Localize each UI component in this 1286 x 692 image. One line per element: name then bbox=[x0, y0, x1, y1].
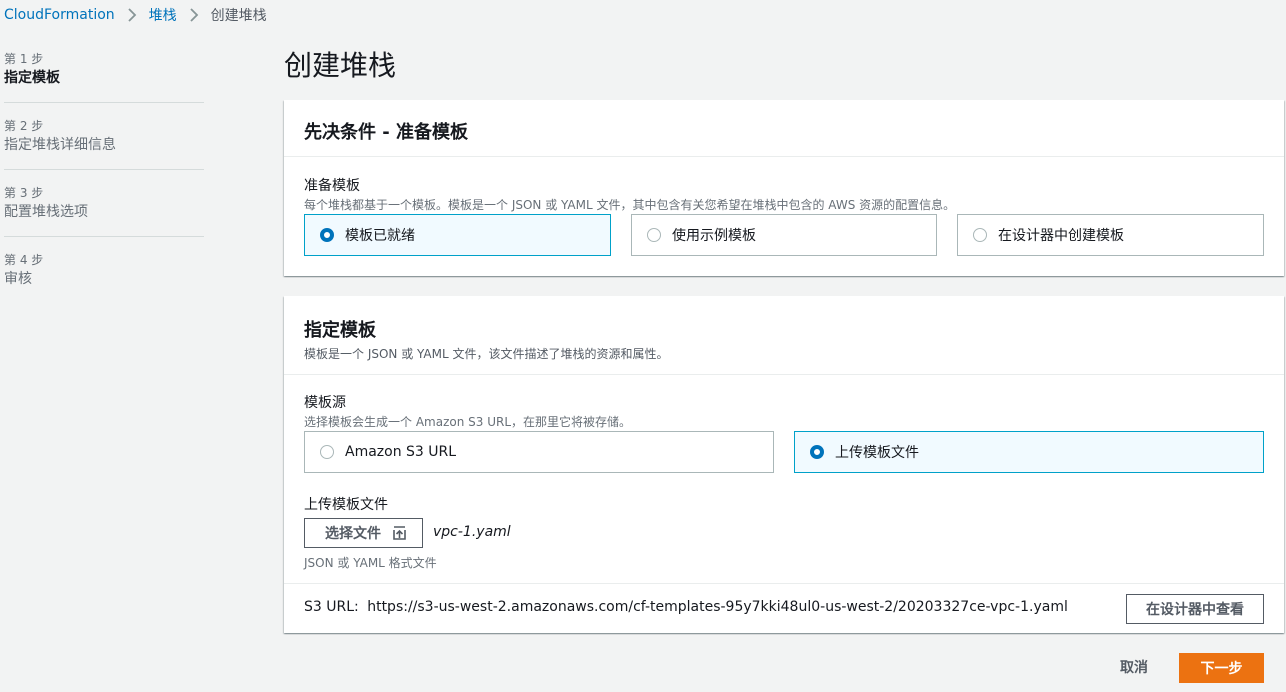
breadcrumb-stacks[interactable]: 堆栈 bbox=[149, 5, 177, 25]
s3-url-text: S3 URL: https://s3-us-west-2.amazonaws.c… bbox=[304, 599, 1068, 615]
option-label: Amazon S3 URL bbox=[345, 444, 457, 460]
option-label: 上传模板文件 bbox=[835, 445, 919, 461]
field-label: 准备模板 bbox=[304, 178, 360, 194]
step-3: 第 3 步 配置堆栈选项 bbox=[4, 184, 204, 237]
panel-title: 指定模板 bbox=[304, 320, 376, 341]
chevron-right-icon bbox=[127, 8, 137, 22]
field-description: 每个堆栈都基于一个模板。模板是一个 JSON 或 YAML 文件，其中包含有关您… bbox=[304, 198, 956, 212]
prepare-template-field: 准备模板 每个堆栈都基于一个模板。模板是一个 JSON 或 YAML 文件，其中… bbox=[304, 175, 955, 213]
upload-icon bbox=[393, 526, 406, 540]
radio-icon[interactable] bbox=[973, 228, 987, 242]
step-2: 第 2 步 指定堆栈详细信息 bbox=[4, 117, 204, 170]
step-number: 第 1 步 bbox=[4, 52, 44, 66]
radio-icon[interactable] bbox=[810, 445, 824, 459]
template-source-field: 模板源 选择模板会生成一个 Amazon S3 URL，在那里它将被存储。 bbox=[304, 392, 631, 430]
radio-icon[interactable] bbox=[320, 445, 334, 459]
s3-url-label: S3 URL: bbox=[304, 599, 359, 615]
page-title: 创建堆栈 bbox=[284, 49, 397, 82]
cancel-button[interactable]: 取消 bbox=[1108, 652, 1160, 682]
breadcrumb-cloudformation[interactable]: CloudFormation bbox=[4, 7, 115, 23]
panel-description: 模板是一个 JSON 或 YAML 文件，该文件描述了堆栈的资源和属性。 bbox=[304, 347, 669, 361]
button-label: 选择文件 bbox=[325, 526, 381, 542]
selected-file-name: vpc-1.yaml bbox=[433, 524, 511, 540]
option-label: 使用示例模板 bbox=[672, 228, 756, 244]
s3-url-value: https://s3-us-west-2.amazonaws.com/cf-te… bbox=[367, 599, 1068, 615]
step-title: 审核 bbox=[4, 271, 32, 287]
panel-header: 指定模板 模板是一个 JSON 或 YAML 文件，该文件描述了堆栈的资源和属性… bbox=[284, 296, 1284, 375]
step-number: 第 2 步 bbox=[4, 119, 44, 133]
field-label: 模板源 bbox=[304, 395, 346, 411]
radio-icon[interactable] bbox=[647, 228, 661, 242]
s3-url-row: S3 URL: https://s3-us-west-2.amazonaws.c… bbox=[284, 583, 1284, 633]
next-button[interactable]: 下一步 bbox=[1179, 653, 1264, 683]
option-amazon-s3-url[interactable]: Amazon S3 URL bbox=[304, 431, 774, 473]
option-label: 在设计器中创建模板 bbox=[998, 228, 1124, 244]
option-sample-template[interactable]: 使用示例模板 bbox=[631, 214, 937, 256]
step-4: 第 4 步 审核 bbox=[4, 251, 204, 303]
option-label: 模板已就绪 bbox=[345, 228, 415, 244]
prerequisite-panel: 先决条件 - 准备模板 准备模板 每个堆栈都基于一个模板。模板是一个 JSON … bbox=[284, 100, 1284, 276]
upload-label: 上传模板文件 bbox=[304, 497, 388, 513]
chevron-right-icon bbox=[189, 8, 199, 22]
option-template-ready[interactable]: 模板已就绪 bbox=[304, 214, 611, 256]
step-1: 第 1 步 指定模板 bbox=[4, 50, 204, 103]
specify-template-panel: 指定模板 模板是一个 JSON 或 YAML 文件，该文件描述了堆栈的资源和属性… bbox=[284, 296, 1284, 633]
radio-icon[interactable] bbox=[320, 228, 334, 242]
step-title: 指定堆栈详细信息 bbox=[4, 137, 116, 153]
step-number: 第 4 步 bbox=[4, 253, 44, 267]
breadcrumb: CloudFormation 堆栈 创建堆栈 bbox=[4, 5, 267, 25]
panel-header: 先决条件 - 准备模板 bbox=[284, 100, 1284, 157]
step-title: 配置堆栈选项 bbox=[4, 204, 88, 220]
option-designer-template[interactable]: 在设计器中创建模板 bbox=[957, 214, 1264, 256]
view-in-designer-button[interactable]: 在设计器中查看 bbox=[1126, 594, 1264, 624]
breadcrumb-create-stack: 创建堆栈 bbox=[210, 8, 267, 24]
choose-file-button[interactable]: 选择文件 bbox=[304, 518, 423, 548]
field-description: 选择模板会生成一个 Amazon S3 URL，在那里它将被存储。 bbox=[304, 415, 632, 429]
wizard-steps: 第 1 步 指定模板 第 2 步 指定堆栈详细信息 第 3 步 配置堆栈选项 第… bbox=[4, 50, 204, 317]
step-title: 指定模板 bbox=[4, 70, 60, 86]
upload-hint: JSON 或 YAML 格式文件 bbox=[304, 556, 437, 570]
panel-title: 先决条件 - 准备模板 bbox=[304, 122, 469, 143]
option-upload-template[interactable]: 上传模板文件 bbox=[794, 431, 1264, 473]
step-number: 第 3 步 bbox=[4, 186, 44, 200]
